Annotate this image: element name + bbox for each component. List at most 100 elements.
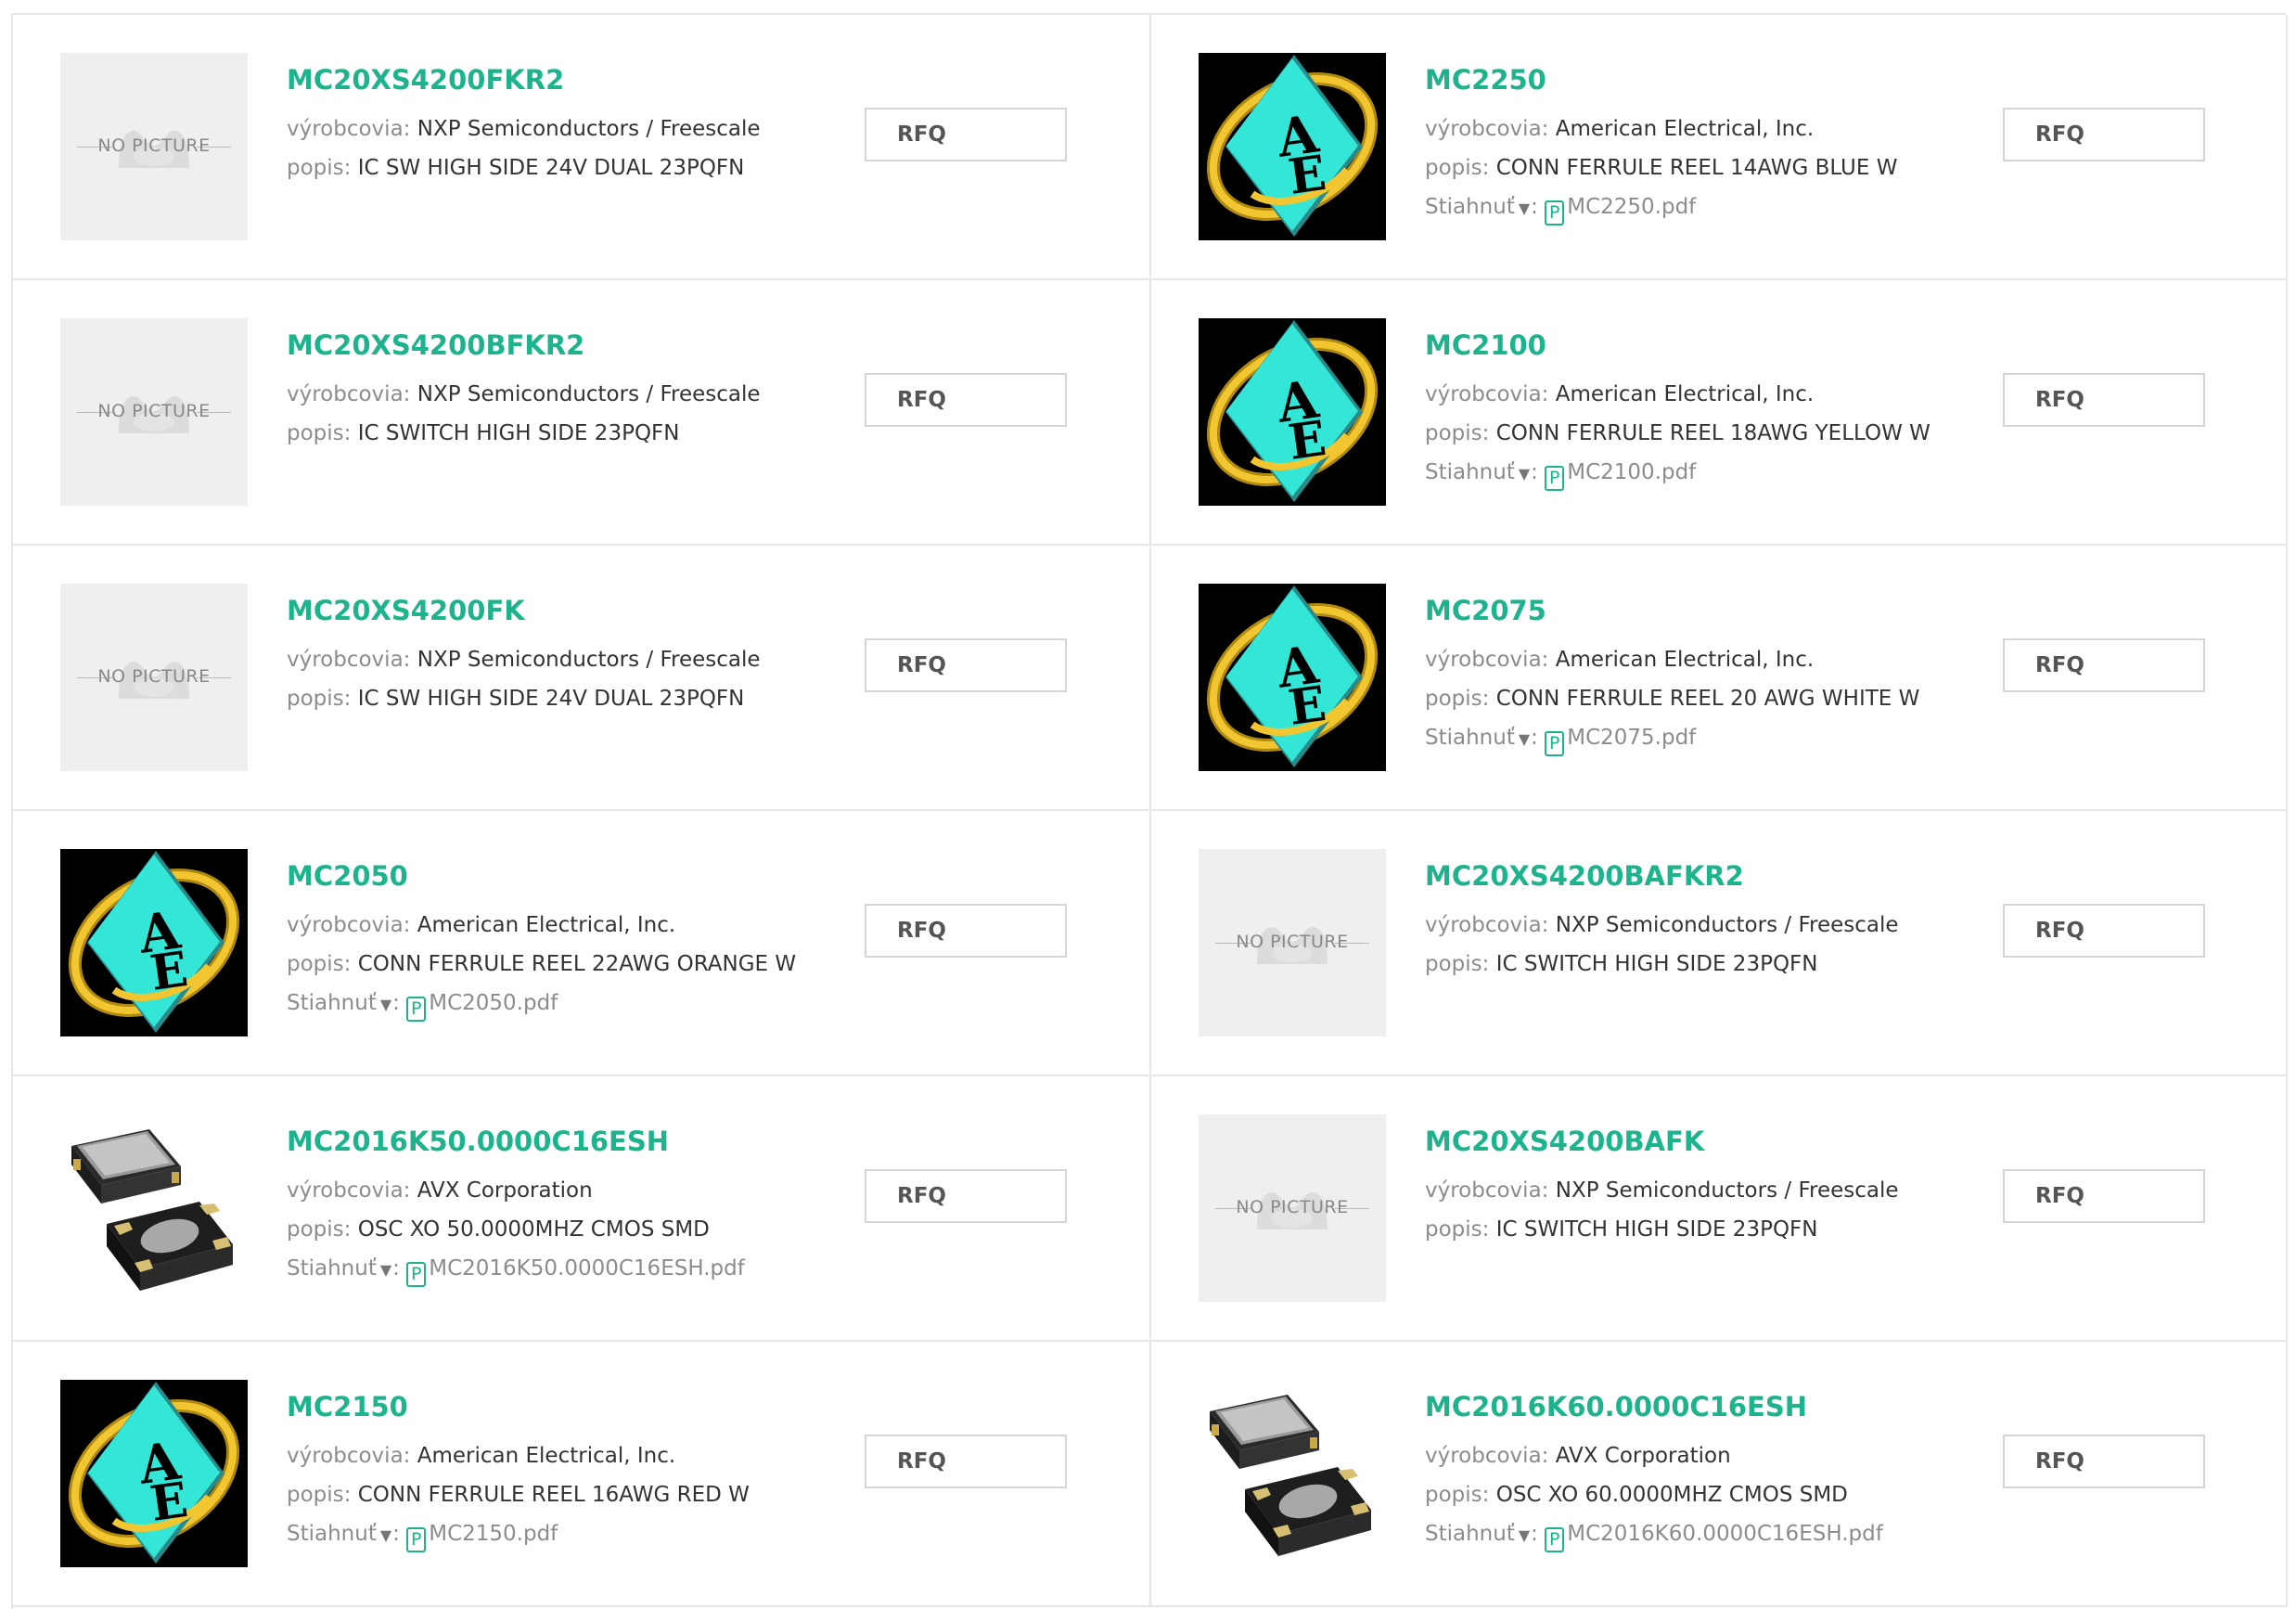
download-label: Stiahnuť	[287, 991, 377, 1015]
download-line: Stiahnuť ▼: P MC2050.pdf	[287, 984, 862, 1024]
rfq-button[interactable]: RFQ	[2003, 638, 2205, 692]
product-card: MC2016K50.0000C16ESH výrobcovia: AVX Cor…	[13, 1076, 1151, 1342]
description-value: CONN FERRULE REEL 20 AWG WHITE W	[1495, 687, 1920, 711]
description-value: IC SW HIGH SIDE 24V DUAL 23PQFN	[357, 687, 745, 711]
description-value: CONN FERRULE REEL 16AWG RED W	[357, 1483, 750, 1507]
description-value: OSC XO 60.0000MHZ CMOS SMD	[1495, 1483, 1848, 1507]
datasheet-link[interactable]: P MC2050.pdf	[406, 991, 558, 1022]
pdf-icon: P	[406, 997, 427, 1022]
manufacturer-label: výrobcovia:	[1425, 382, 1549, 406]
rfq-button[interactable]: RFQ	[865, 1169, 1067, 1223]
datasheet-link[interactable]: P MC2016K60.0000C16ESH.pdf	[1545, 1522, 1883, 1552]
product-info: MC2250 výrobcovia: American Electrical, …	[1425, 63, 2000, 228]
description-line: popis: IC SWITCH HIGH SIDE 23PQFN	[1425, 1210, 2000, 1249]
product-info: MC2100 výrobcovia: American Electrical, …	[1425, 328, 2000, 494]
description-label: popis:	[287, 687, 352, 711]
product-image[interactable]: A E	[60, 1380, 248, 1567]
oscillator-image	[1199, 1380, 1386, 1567]
manufacturer-line: výrobcovia: NXP Semiconductors / Freesca…	[287, 375, 862, 414]
description-line: popis: CONN FERRULE REEL 20 AWG WHITE W	[1425, 679, 2000, 718]
part-number-link[interactable]: MC2050	[287, 859, 862, 893]
download-colon: :	[1531, 1522, 1538, 1546]
description-line: popis: CONN FERRULE REEL 16AWG RED W	[287, 1475, 862, 1514]
part-number-link[interactable]: MC20XS4200BFKR2	[287, 328, 862, 362]
description-line: popis: IC SW HIGH SIDE 24V DUAL 23PQFN	[287, 679, 862, 718]
download-line: Stiahnuť ▼: P MC2016K60.0000C16ESH.pdf	[1425, 1514, 2000, 1555]
product-card: A E MC2250 výrobcovia: American Electric…	[1151, 15, 2288, 280]
product-card: NO PICTURE MC20XS4200BFKR2 výrobcovia: N…	[13, 280, 1151, 546]
part-number-link[interactable]: MC2250	[1425, 63, 2000, 97]
part-number-link[interactable]: MC2016K50.0000C16ESH	[287, 1125, 862, 1158]
manufacturer-line: výrobcovia: American Electrical, Inc.	[1425, 640, 2000, 679]
datasheet-link[interactable]: P MC2150.pdf	[406, 1522, 558, 1552]
manufacturer-value: American Electrical, Inc.	[417, 1444, 676, 1468]
product-image[interactable]	[60, 1114, 248, 1302]
description-value: CONN FERRULE REEL 22AWG ORANGE W	[357, 952, 797, 976]
product-info: MC20XS4200BFKR2 výrobcovia: NXP Semicond…	[287, 328, 862, 453]
product-image[interactable]: A E	[1199, 53, 1386, 240]
svg-text:E: E	[1285, 145, 1329, 206]
rfq-button[interactable]: RFQ	[2003, 1435, 2205, 1488]
rfq-button[interactable]: RFQ	[2003, 373, 2205, 427]
rfq-button[interactable]: RFQ	[2003, 904, 2205, 958]
manufacturer-value: American Electrical, Inc.	[417, 913, 676, 937]
product-image[interactable]: NO PICTURE	[1199, 1114, 1386, 1302]
part-number-link[interactable]: MC2100	[1425, 328, 2000, 362]
rfq-button[interactable]: RFQ	[2003, 108, 2205, 161]
datasheet-link[interactable]: P MC2250.pdf	[1545, 195, 1696, 225]
ae-logo-image: A E	[1199, 318, 1386, 506]
download-arrow-icon: ▼	[1518, 200, 1531, 217]
description-label: popis:	[1425, 952, 1490, 976]
product-info: MC2050 výrobcovia: American Electrical, …	[287, 859, 862, 1024]
product-card: A E MC2150 výrobcovia: American Electric…	[13, 1342, 1151, 1607]
manufacturer-line: výrobcovia: American Electrical, Inc.	[1425, 375, 2000, 414]
no-picture-text: NO PICTURE	[97, 135, 211, 156]
svg-text:E: E	[147, 1472, 191, 1533]
product-card: A E MC2100 výrobcovia: American Electric…	[1151, 280, 2288, 546]
part-number-link[interactable]: MC2150	[287, 1390, 862, 1423]
description-value: IC SW HIGH SIDE 24V DUAL 23PQFN	[357, 156, 745, 180]
download-colon: :	[1531, 460, 1538, 484]
datasheet-filename: MC2016K50.0000C16ESH.pdf	[429, 1256, 745, 1281]
product-image[interactable]: NO PICTURE	[60, 584, 248, 771]
part-number-link[interactable]: MC2075	[1425, 594, 2000, 627]
pdf-icon: P	[406, 1262, 427, 1287]
manufacturer-value: NXP Semiconductors / Freescale	[417, 382, 761, 406]
download-arrow-icon: ▼	[379, 1261, 392, 1279]
ae-logo-image: A E	[60, 1380, 248, 1567]
part-number-link[interactable]: MC20XS4200FK	[287, 594, 862, 627]
description-value: CONN FERRULE REEL 18AWG YELLOW W	[1495, 421, 1930, 445]
product-image[interactable]: NO PICTURE	[60, 318, 248, 506]
no-picture-text: NO PICTURE	[1236, 1197, 1349, 1217]
manufacturer-line: výrobcovia: NXP Semiconductors / Freesca…	[287, 109, 862, 148]
ae-logo-image: A E	[1199, 584, 1386, 771]
product-image[interactable]: NO PICTURE	[60, 53, 248, 240]
product-info: MC20XS4200FKR2 výrobcovia: NXP Semicondu…	[287, 63, 862, 187]
download-arrow-icon: ▼	[1518, 1526, 1531, 1544]
datasheet-link[interactable]: P MC2100.pdf	[1545, 460, 1696, 491]
no-picture-placeholder: NO PICTURE	[1199, 849, 1386, 1036]
rfq-button[interactable]: RFQ	[865, 108, 1067, 161]
product-image[interactable]: NO PICTURE	[1199, 849, 1386, 1036]
rfq-button[interactable]: RFQ	[865, 904, 1067, 958]
part-number-link[interactable]: MC2016K60.0000C16ESH	[1425, 1390, 2000, 1423]
part-number-link[interactable]: MC20XS4200BAFK	[1425, 1125, 2000, 1158]
product-image[interactable]: A E	[1199, 318, 1386, 506]
datasheet-link[interactable]: P MC2075.pdf	[1545, 726, 1696, 756]
product-card: MC2016K60.0000C16ESH výrobcovia: AVX Cor…	[1151, 1342, 2288, 1607]
product-card: A E MC2075 výrobcovia: American Electric…	[1151, 546, 2288, 811]
rfq-button[interactable]: RFQ	[2003, 1169, 2205, 1223]
download-label: Stiahnuť	[1425, 726, 1515, 750]
product-image[interactable]: A E	[60, 849, 248, 1036]
product-image[interactable]	[1199, 1380, 1386, 1567]
svg-text:E: E	[1285, 676, 1329, 737]
rfq-button[interactable]: RFQ	[865, 1435, 1067, 1488]
rfq-button[interactable]: RFQ	[865, 373, 1067, 427]
part-number-link[interactable]: MC20XS4200BAFKR2	[1425, 859, 2000, 893]
rfq-button[interactable]: RFQ	[865, 638, 1067, 692]
download-arrow-icon: ▼	[379, 1526, 392, 1544]
datasheet-link[interactable]: P MC2016K50.0000C16ESH.pdf	[406, 1256, 745, 1287]
datasheet-filename: MC2150.pdf	[429, 1522, 558, 1546]
part-number-link[interactable]: MC20XS4200FKR2	[287, 63, 862, 97]
product-image[interactable]: A E	[1199, 584, 1386, 771]
